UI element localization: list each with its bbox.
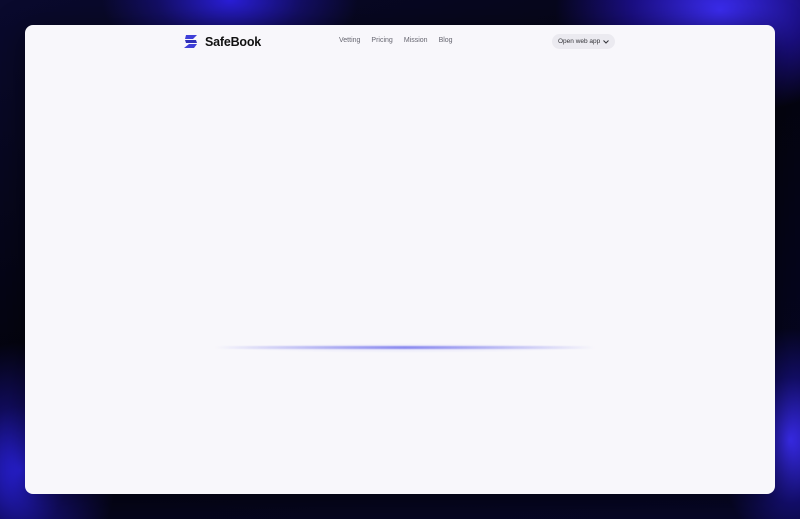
chevron-down-icon <box>603 39 610 44</box>
brand-name: SafeBook <box>205 34 262 49</box>
open-web-app-button[interactable]: Open web app <box>552 34 616 49</box>
nav-link-pricing[interactable]: Pricing <box>371 37 392 44</box>
open-web-app-label: Open web app <box>558 38 601 45</box>
browser-window: SafeBook Vetting Pricing Mission Blog Op… <box>25 25 775 494</box>
nav-link-mission[interactable]: Mission <box>404 37 428 44</box>
safebook-logo-icon <box>184 35 197 48</box>
hero-glow-line <box>215 346 595 349</box>
top-nav: SafeBook Vetting Pricing Mission Blog Op… <box>25 25 775 59</box>
logo[interactable]: SafeBook <box>183 34 261 49</box>
nav-link-blog[interactable]: Blog <box>439 37 453 44</box>
nav-links: Vetting Pricing Mission Blog <box>339 37 453 44</box>
nav-link-vetting[interactable]: Vetting <box>339 37 360 44</box>
